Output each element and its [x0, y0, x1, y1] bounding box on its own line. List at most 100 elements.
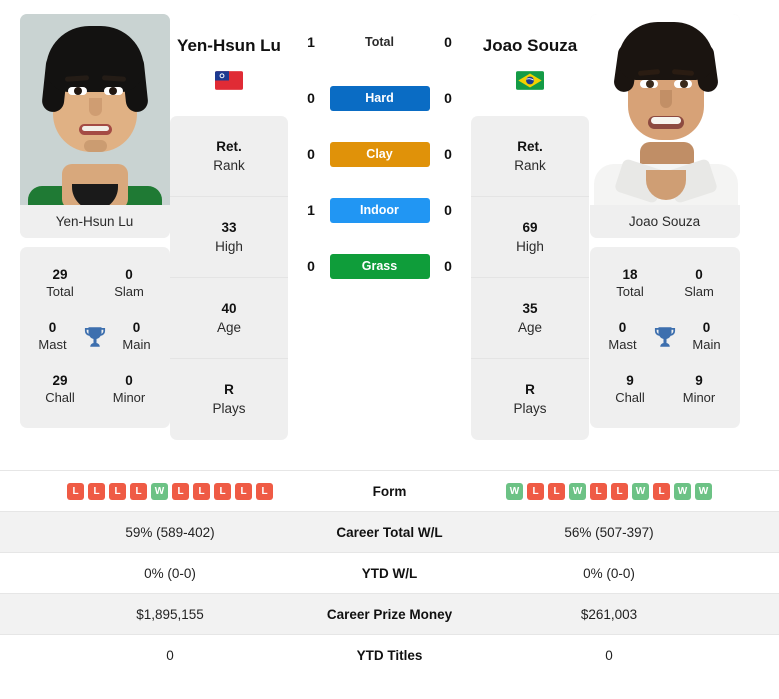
h2h-indoor-right-score: 0	[444, 202, 452, 218]
right-career-total-wl: 56% (507-397)	[564, 524, 654, 540]
right-form-badge-6[interactable]: L	[611, 482, 628, 500]
left-player-photo	[19, 14, 170, 205]
left-career-prize-money: $1,895,155	[136, 606, 204, 622]
right-info-age: 35 Age	[471, 278, 589, 359]
right-info-rank: Ret. Rank	[471, 116, 589, 197]
h2h-row-total: 1 Total 0	[288, 14, 471, 70]
surface-pill-hard[interactable]: Hard	[329, 85, 430, 111]
left-form-badge-6[interactable]: L	[172, 482, 189, 500]
trophy-icon	[84, 326, 105, 347]
right-player-photo-caption: Joao Souza	[589, 205, 740, 238]
right-player-name: Joao Souza	[482, 36, 578, 55]
left-player-header: Yen-Hsun Lu	[177, 14, 281, 116]
right-form-badges: WLLWLLWLWW	[477, 482, 741, 500]
left-player-photo-caption: Yen-Hsun Lu	[19, 205, 170, 238]
right-info-high: 69 High	[471, 197, 589, 278]
row-label-career-total-wl: Career Total W/L	[336, 524, 443, 540]
right-player-header: Joao Souza	[483, 14, 577, 116]
left-career-total-wl: 59% (589-402)	[125, 524, 215, 540]
right-titles-slam: 0 Slam	[684, 267, 714, 299]
right-player-photo	[589, 14, 740, 205]
right-form-badge-5[interactable]: L	[590, 482, 607, 500]
right-titles-challenger: 9 Chall	[615, 373, 645, 405]
left-player-name: Yen-Hsun Lu	[177, 36, 281, 55]
right-titles-masters: 0 Mast	[608, 320, 637, 352]
right-titles-row-3: 9 Chall 9 Minor	[590, 363, 740, 416]
row-label-form: Form	[372, 483, 407, 499]
left-form-cell: LLLLWLLLLL	[38, 482, 302, 500]
left-info-column: Yen-Hsun Lu Ret. Rank 33 High 40 Age R P…	[170, 0, 288, 440]
right-form-badge-2[interactable]: L	[527, 482, 544, 500]
left-info-high: 33 High	[170, 197, 288, 278]
right-titles-main: 0 Main	[692, 320, 721, 352]
h2h-indoor-left-score: 1	[307, 202, 315, 218]
right-player-photo-card[interactable]: Joao Souza	[589, 14, 740, 238]
right-form-badge-4[interactable]: W	[569, 482, 586, 500]
right-form-badge-3[interactable]: L	[548, 482, 565, 500]
left-titles-row-3: 29 Chall 0 Minor	[20, 363, 170, 416]
brazil-flag-icon	[516, 71, 544, 90]
h2h-row-clay: 0 Clay 0	[288, 126, 471, 182]
left-form-badge-8[interactable]: L	[214, 482, 231, 500]
right-form-badge-1[interactable]: W	[506, 482, 523, 500]
right-titles-total: 18 Total	[616, 267, 644, 299]
right-form-cell: WLLWLLWLWW	[477, 482, 741, 500]
table-row-ytd-wl: 0% (0-0) YTD W/L 0% (0-0)	[0, 552, 779, 593]
right-form-badge-9[interactable]: W	[674, 482, 691, 500]
h2h-total-label: Total	[365, 35, 394, 49]
right-ytd-wl: 0% (0-0)	[583, 565, 635, 581]
surface-pill-grass[interactable]: Grass	[329, 253, 430, 279]
left-player-photo-card[interactable]: Yen-Hsun Lu	[19, 14, 170, 238]
left-titles-row-1: 29 Total 0 Slam	[20, 257, 170, 310]
surface-pill-clay[interactable]: Clay	[329, 141, 430, 167]
left-form-badge-7[interactable]: L	[193, 482, 210, 500]
surface-pill-indoor[interactable]: Indoor	[329, 197, 430, 223]
row-label-career-prize-money: Career Prize Money	[326, 606, 453, 622]
left-form-badge-2[interactable]: L	[88, 482, 105, 500]
row-label-ytd-titles: YTD Titles	[356, 647, 423, 663]
head-to-head-column: 1 Total 0 0 Hard 0 0 Clay 0 1 Indoor 0 0	[288, 0, 471, 294]
left-titles-slam: 0 Slam	[114, 267, 144, 299]
right-titles-minor: 9 Minor	[682, 373, 716, 405]
h2h-hard-right-score: 0	[444, 90, 452, 106]
taiwan-flag-icon	[215, 71, 243, 90]
table-row-form: LLLLWLLLLL Form WLLWLLWLWW	[0, 470, 779, 511]
table-row-career-total-wl: 59% (589-402) Career Total W/L 56% (507-…	[0, 511, 779, 552]
left-form-badge-1[interactable]: L	[67, 482, 84, 500]
left-form-badge-3[interactable]: L	[109, 482, 126, 500]
left-player-column: Yen-Hsun Lu 29 Total 0 Slam 0 Mast 0 Mai…	[0, 0, 170, 428]
right-titles-row-2: 0 Mast 0 Main	[590, 310, 740, 363]
left-titles-total: 29 Total	[46, 267, 74, 299]
left-info-age: 40 Age	[170, 278, 288, 359]
left-ytd-titles: 0	[166, 647, 174, 663]
right-titles-row-1: 18 Total 0 Slam	[590, 257, 740, 310]
h2h-clay-right-score: 0	[444, 146, 452, 162]
left-info-plays: R Plays	[212, 382, 246, 416]
left-titles-challenger: 29 Chall	[45, 373, 75, 405]
left-titles-row-2: 0 Mast 0 Main	[20, 310, 170, 363]
left-form-badge-4[interactable]: L	[130, 482, 147, 500]
h2h-grass-right-score: 0	[444, 258, 452, 274]
left-titles-masters: 0 Mast	[38, 320, 67, 352]
right-info-card: Ret. Rank 69 High 35 Age R Plays	[471, 116, 589, 440]
right-career-prize-money: $261,003	[580, 606, 638, 622]
h2h-total-right-score: 0	[444, 34, 452, 50]
left-form-badge-10[interactable]: L	[256, 482, 273, 500]
left-form-badge-9[interactable]: L	[235, 482, 252, 500]
right-form-badge-10[interactable]: W	[695, 482, 712, 500]
h2h-grass-left-score: 0	[307, 258, 315, 274]
h2h-row-hard: 0 Hard 0	[288, 70, 471, 126]
left-titles-minor: 0 Minor	[112, 373, 146, 405]
comparison-stats-table: LLLLWLLLLL Form WLLWLLWLWW 59% (589-402)…	[0, 470, 779, 675]
right-form-badge-8[interactable]: L	[653, 482, 670, 500]
right-form-badge-7[interactable]: W	[632, 482, 649, 500]
left-titles-card: 29 Total 0 Slam 0 Mast 0 Main 29 Chall 0…	[19, 247, 170, 428]
row-label-ytd-wl: YTD W/L	[361, 565, 418, 581]
table-row-career-prize-money: $1,895,155 Career Prize Money $261,003	[0, 593, 779, 634]
comparison-header: Yen-Hsun Lu 29 Total 0 Slam 0 Mast 0 Mai…	[0, 0, 779, 470]
left-form-badge-5[interactable]: W	[151, 482, 168, 500]
right-player-column: Joao Souza 18 Total 0 Slam 0 Mast 0 Main…	[589, 0, 759, 428]
left-info-card: Ret. Rank 33 High 40 Age R Plays	[170, 116, 288, 440]
trophy-icon	[654, 326, 675, 347]
h2h-row-indoor: 1 Indoor 0	[288, 182, 471, 238]
